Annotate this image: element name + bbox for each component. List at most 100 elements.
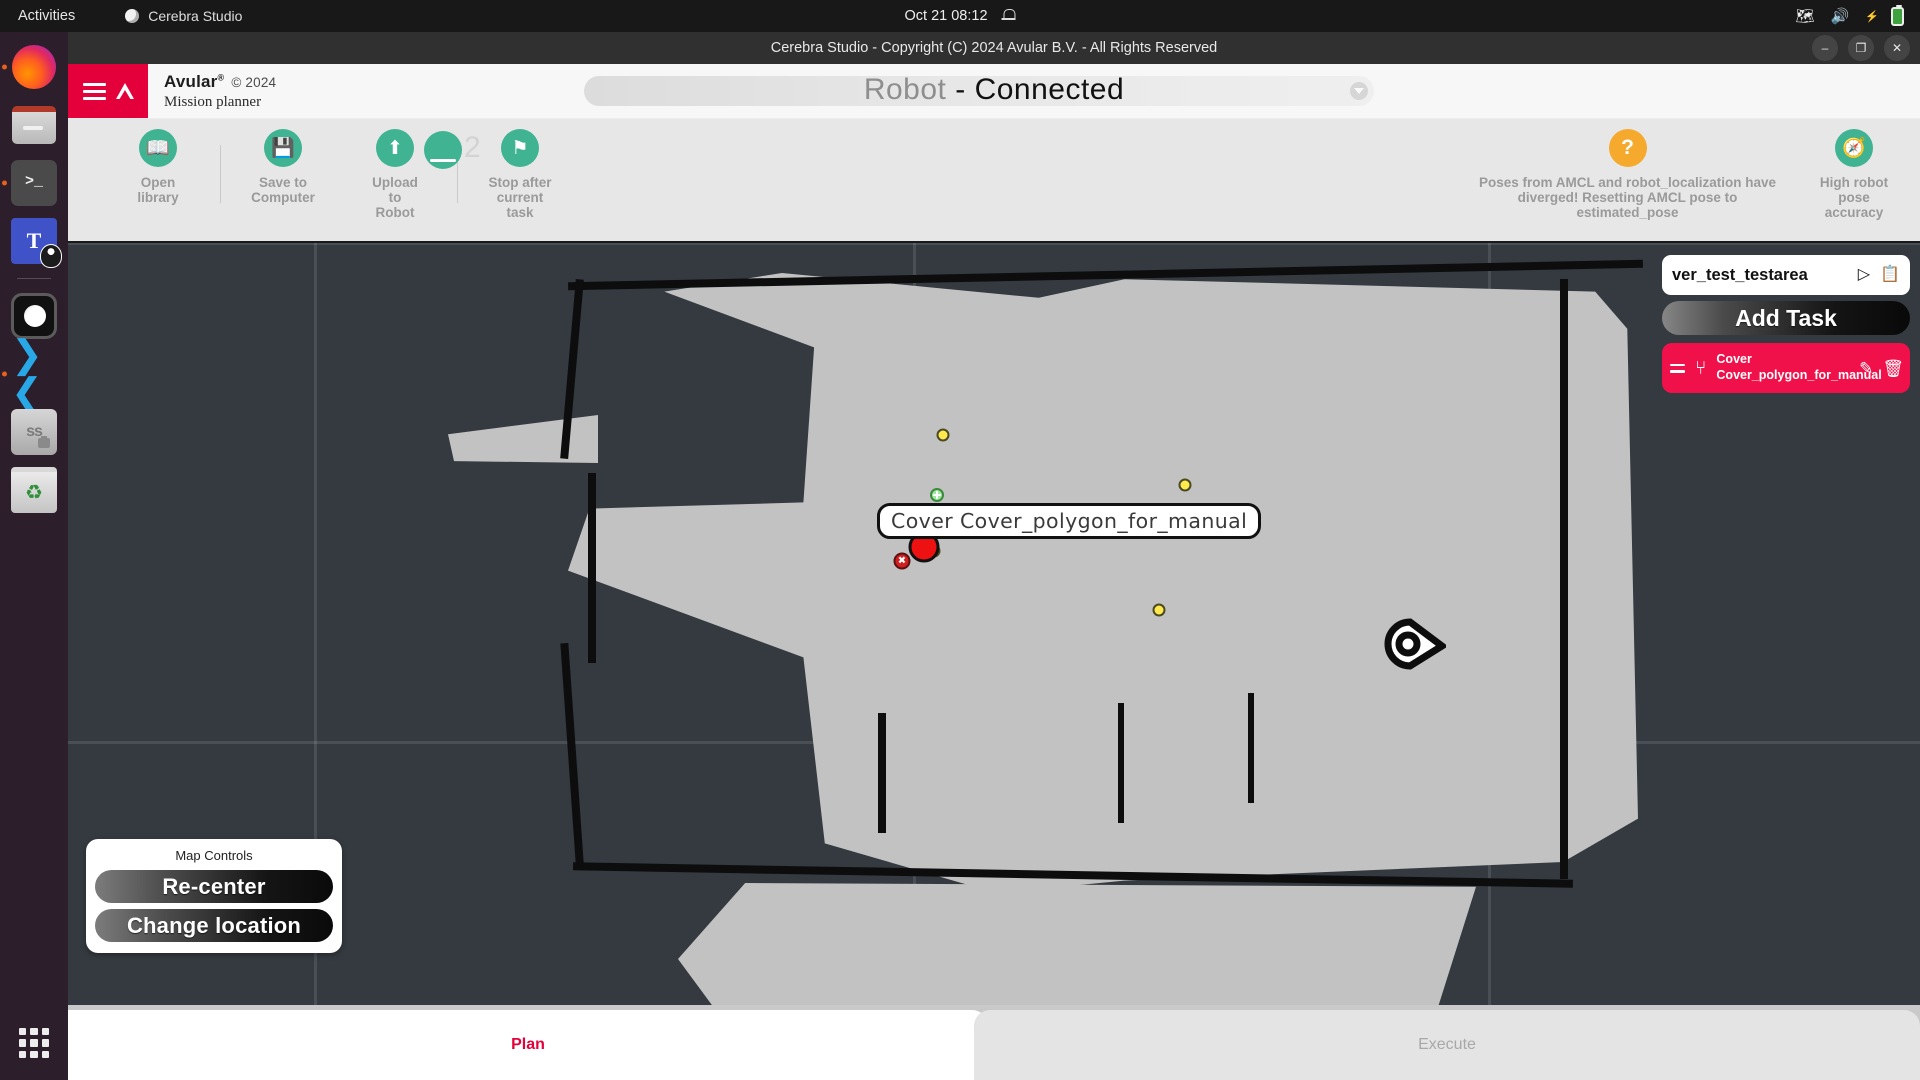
notifications-bell-icon[interactable] [1002, 8, 1016, 24]
dock-item-firefox[interactable] [11, 44, 57, 90]
map-controls-title: Map Controls [95, 848, 333, 863]
active-app-indicator[interactable]: Cerebra Studio [125, 8, 242, 24]
chevron-down-icon[interactable] [1350, 82, 1368, 100]
polygon-vertex-0[interactable] [937, 429, 950, 442]
mission-row[interactable]: ver_test_testarea ▷ 📋 [1662, 255, 1910, 295]
dock-item-files[interactable] [11, 102, 57, 148]
maximize-button[interactable]: ❐ [1848, 35, 1874, 61]
clock-area[interactable]: Oct 21 08:12 [904, 8, 1015, 24]
network-icon[interactable]: 🗺 [1796, 9, 1815, 24]
mission-name-field[interactable]: ver_test_testarea [1672, 266, 1848, 285]
toolbar-actions: 📖 Open library 💾 Save to Computer ⬆ Uplo… [68, 119, 576, 220]
dock-item-vscode[interactable]: ❯❮ [11, 351, 57, 397]
dock-item-cerebra-studio[interactable] [11, 293, 57, 339]
task-actions: ✎ 🗑 [1859, 360, 1904, 377]
show-applications-button[interactable] [19, 1028, 49, 1058]
task-card-cover[interactable]: ⑂ Cover Cover_polygon_for_manual ✎ 🗑 [1662, 343, 1910, 393]
close-button[interactable]: ✕ [1884, 35, 1910, 61]
polygon-vertex-2[interactable] [1153, 604, 1166, 617]
dock-item-texstudio[interactable]: T [11, 218, 57, 264]
dock-item-trash[interactable]: ♻ [11, 467, 57, 513]
drag-handle-icon[interactable] [1670, 364, 1685, 373]
brand-name: Avular [164, 72, 217, 91]
battery-icon[interactable] [1891, 7, 1904, 26]
upload-icon: ⬆ [376, 129, 414, 167]
amcl-divergence-label: Poses from AMCL and robot_localization h… [1475, 175, 1780, 220]
task-text-block: Cover Cover_polygon_for_manual [1716, 352, 1881, 383]
amcl-divergence-status[interactable]: ? Poses from AMCL and robot_localization… [1475, 129, 1780, 220]
menu-logo-block[interactable] [68, 64, 148, 118]
edit-pencil-icon[interactable]: ✎ [1859, 360, 1873, 377]
activities-button[interactable]: Activities [18, 8, 75, 24]
app-status-dot-icon [125, 9, 139, 23]
brand-subtitle: Mission planner [164, 94, 276, 111]
tab-execute[interactable]: Execute [974, 1010, 1920, 1080]
firefox-icon [12, 45, 56, 89]
files-folder-icon [12, 106, 56, 144]
system-tray[interactable]: 🗺 🔊 ⚡ [1796, 7, 1904, 26]
dock-item-ssh[interactable]: ss [11, 409, 57, 455]
brand-text-block: Avular® © 2024 Mission planner [148, 64, 276, 118]
compass-icon: 🧭 [1835, 129, 1873, 167]
robot-pose-arrow[interactable] [1382, 618, 1446, 670]
task-name: Cover_polygon_for_manual [1716, 368, 1881, 384]
map-free-space [568, 273, 1638, 893]
dock-item-terminal[interactable]: >_ [11, 160, 57, 206]
map-wall-inner-2 [1118, 703, 1124, 823]
play-icon[interactable]: ▷ [1858, 267, 1870, 283]
brand-copyright: © 2024 [231, 75, 276, 90]
minimize-button[interactable]: – [1812, 35, 1838, 61]
map-corridor [448, 415, 598, 463]
texstudio-icon: T [27, 228, 42, 254]
floppy-save-icon: 💾 [264, 129, 302, 167]
brand-name-line: Avular® © 2024 [164, 72, 276, 92]
app-header: Avular®© 2024 Mission planner Robot - Co… [68, 64, 1920, 119]
upload-badge-count: 2 [464, 131, 481, 165]
connection-selector[interactable] [584, 76, 1374, 106]
recenter-button[interactable]: Re-center [95, 870, 333, 903]
task-panel: ver_test_testarea ▷ 📋 Add Task ⑂ Cover C… [1662, 255, 1910, 393]
stop-after-current-task-button[interactable]: ⚑ Stop after current task [464, 129, 576, 220]
map-wall-left-mid [588, 473, 596, 663]
charging-bolt-icon: ⚡ [1865, 10, 1879, 23]
cursor-overlay [424, 131, 462, 169]
change-location-button[interactable]: Change location [95, 909, 333, 942]
occupancy-grid-map[interactable]: ✖ Cover Cover_polygon_for_manual [68, 243, 1920, 1005]
terminal-icon: >_ [25, 173, 43, 190]
cerebra-studio-window: Cerebra Studio - Copyright (C) 2024 Avul… [68, 32, 1920, 1080]
active-app-name: Cerebra Studio [148, 8, 242, 24]
delete-trash-icon[interactable]: 🗑 [1882, 360, 1904, 377]
main-toolbar: 📖 Open library 💾 Save to Computer ⬆ Uplo… [68, 119, 1920, 243]
dock-divider [17, 278, 51, 279]
map-controls-panel: Map Controls Re-center Change location [86, 839, 342, 953]
polygon-name-label[interactable]: Cover Cover_polygon_for_manual [877, 503, 1261, 539]
start-point-marker[interactable]: ✖ [894, 553, 911, 570]
add-task-button[interactable]: Add Task [1662, 301, 1910, 335]
avular-chevron-icon [116, 83, 134, 99]
map-wall-left-lower [560, 643, 583, 863]
polygon-vertex-1[interactable] [1179, 479, 1192, 492]
map-wall-right [1560, 279, 1568, 879]
ssh-icon: ss [26, 423, 42, 441]
map-viewport[interactable]: ✖ Cover Cover_polygon_for_manual Map Con… [68, 243, 1920, 1005]
pose-accuracy-status[interactable]: 🧭 High robot pose accuracy [1798, 129, 1910, 220]
route-path-icon: ⑂ [1695, 359, 1706, 378]
polygon-midpoint-0[interactable] [930, 488, 944, 502]
save-to-computer-button[interactable]: 💾 Save to Computer [227, 129, 339, 205]
registered-mark: ® [217, 72, 224, 82]
task-type: Cover [1716, 352, 1881, 368]
open-library-button[interactable]: 📖 Open library [102, 129, 214, 205]
stop-after-task-label: Stop after current task [488, 175, 551, 220]
tab-plan[interactable]: Plan [68, 1010, 988, 1080]
stop-flag-icon: ⚑ [501, 129, 539, 167]
hamburger-menu-icon[interactable] [83, 83, 106, 100]
clipboard-list-icon[interactable]: 📋 [1880, 267, 1900, 283]
save-to-computer-label: Save to Computer [251, 175, 315, 205]
toolbar-status-group: ? Poses from AMCL and robot_localization… [1475, 129, 1910, 220]
volume-icon[interactable]: 🔊 [1831, 9, 1850, 24]
trash-recycle-icon: ♻ [25, 480, 43, 505]
vscode-icon: ❯❮ [11, 336, 57, 412]
ubuntu-dock: >_ T ❯❮ ss ♻ [0, 32, 68, 1080]
window-title-bar: Cerebra Studio - Copyright (C) 2024 Avul… [68, 32, 1920, 64]
toolbar-divider [220, 145, 221, 203]
